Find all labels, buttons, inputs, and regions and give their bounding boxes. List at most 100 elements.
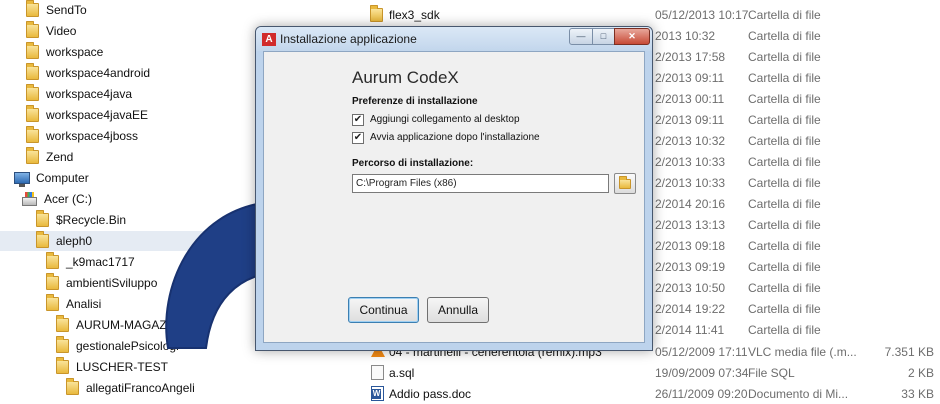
folder-icon <box>26 42 39 59</box>
dialog-titlebar[interactable]: A Installazione applicazione — □ ✕ <box>256 27 652 51</box>
file-name: Addio pass.doc <box>389 386 472 401</box>
file-date: 2/2013 00:11 <box>655 91 725 106</box>
desktop-shortcut-option[interactable]: ✔ Aggiungi collegamento al desktop <box>352 112 520 127</box>
file-type: Documento di Mi... <box>748 386 849 401</box>
folder-icon <box>46 252 59 269</box>
tree-item-sendto[interactable]: SendTo <box>26 0 87 20</box>
tree-item-workspace[interactable]: workspace <box>26 42 103 62</box>
tree-item-zend[interactable]: Zend <box>26 147 73 167</box>
file-row[interactable]: a.sql 19/09/2009 07:34 File SQL 2 KB <box>345 362 940 383</box>
tree-item-label: SendTo <box>46 3 87 17</box>
file-type: Cartella di file <box>748 133 821 148</box>
sql-file-icon <box>371 365 384 380</box>
file-date: 2/2013 10:33 <box>655 175 726 190</box>
close-button[interactable]: ✕ <box>614 28 650 45</box>
file-date: 26/11/2009 09:20 <box>655 386 748 401</box>
file-date: 2/2013 10:33 <box>655 154 726 169</box>
file-type: Cartella di file <box>748 280 821 295</box>
tree-item-label: workspace <box>46 45 104 59</box>
tree-item-label: LUSCHER-TEST <box>76 360 169 374</box>
folder-icon <box>370 5 383 22</box>
tree-item-drive-c[interactable]: Acer (C:) <box>22 189 92 209</box>
tree-item-ambientisviluppo[interactable]: ambientiSviluppo <box>46 273 157 293</box>
tree-item-workspace4java[interactable]: workspace4java <box>26 84 132 104</box>
file-size: 33 KB <box>901 386 934 401</box>
file-type: Cartella di file <box>748 322 821 337</box>
minimize-button[interactable]: — <box>569 28 593 45</box>
file-type: Cartella di file <box>748 112 821 127</box>
tree-item-label: ambientiSviluppo <box>66 276 158 290</box>
tree-item-workspace4jboss[interactable]: workspace4jboss <box>26 126 138 146</box>
tree-item-computer[interactable]: Computer <box>14 168 89 188</box>
file-type: Cartella di file <box>748 217 821 232</box>
tree-item-label: workspace4javaEE <box>46 108 149 122</box>
maximize-button[interactable]: □ <box>592 28 615 45</box>
file-type: Cartella di file <box>748 196 821 211</box>
file-date: 2/2013 10:50 <box>655 280 726 295</box>
file-date: 2/2014 11:41 <box>655 322 725 337</box>
tree-item-label: workspace4java <box>46 87 133 101</box>
tree-item-k9mac1717[interactable]: _k9mac1717 <box>46 252 135 272</box>
folder-icon <box>56 336 69 353</box>
file-date: 19/09/2009 07:34 <box>655 365 749 380</box>
tree-item-workspace4javaee[interactable]: workspace4javaEE <box>26 105 148 125</box>
install-path-input[interactable] <box>352 174 609 193</box>
folder-icon <box>26 0 39 17</box>
file-row[interactable]: Addio pass.doc 26/11/2009 09:20 Document… <box>345 383 940 404</box>
file-date: 2/2014 19:22 <box>655 301 726 316</box>
folder-icon <box>66 378 79 395</box>
tree-item-label: allegatiFrancoAngeli <box>86 381 195 395</box>
folder-icon <box>46 294 59 311</box>
tree-item-video[interactable]: Video <box>26 21 76 41</box>
drive-icon <box>22 191 37 206</box>
folder-icon <box>26 147 39 164</box>
tree-item-label: workspace4jboss <box>46 129 139 143</box>
file-type: File SQL <box>748 365 795 380</box>
file-type: Cartella di file <box>748 49 821 64</box>
computer-icon <box>14 172 30 187</box>
tree-item-workspace4android[interactable]: workspace4android <box>26 63 150 83</box>
dialog-title: Installazione applicazione <box>280 32 417 46</box>
folder-icon <box>36 231 49 248</box>
app-name: Aurum CodeX <box>352 68 459 87</box>
folder-icon <box>26 126 39 143</box>
file-row[interactable]: flex3_sdk 05/12/2013 10:17 Cartella di f… <box>345 4 940 25</box>
tree-item-label: Acer (C:) <box>44 192 92 206</box>
folder-icon <box>26 84 39 101</box>
file-name: a.sql <box>389 365 415 380</box>
tree-item-label: workspace4android <box>46 66 151 80</box>
folder-icon <box>26 105 39 122</box>
preferences-heading: Preferenze di installazione <box>352 96 478 107</box>
browse-folder-button[interactable] <box>614 173 636 194</box>
launch-after-install-checkbox[interactable]: ✔ <box>352 131 364 144</box>
folder-icon <box>26 63 39 80</box>
continue-button[interactable]: Continua <box>348 297 419 323</box>
file-type: Cartella di file <box>748 154 821 169</box>
file-size: 7.351 KB <box>884 344 934 359</box>
cancel-button[interactable]: Annulla <box>427 297 489 323</box>
file-date: 2/2013 09:11 <box>655 112 725 127</box>
tree-item-analisi[interactable]: Analisi <box>46 294 101 314</box>
tree-item-label: Computer <box>36 171 89 185</box>
file-date: 2/2013 09:19 <box>655 259 726 274</box>
launch-after-install-option[interactable]: ✔ Avvia applicazione dopo l'installazion… <box>352 130 540 145</box>
tree-item-recycle-bin[interactable]: $Recycle.Bin <box>36 210 126 230</box>
file-name: flex3_sdk <box>389 7 440 22</box>
tree-item-label: aleph0 <box>56 234 93 248</box>
file-date: 2/2013 10:32 <box>655 133 726 148</box>
adobe-air-icon: A <box>262 33 276 46</box>
file-date: 2/2013 13:13 <box>655 217 726 232</box>
install-path-heading: Percorso di installazione: <box>352 158 474 169</box>
file-type: Cartella di file <box>748 91 821 106</box>
folder-icon <box>56 357 69 374</box>
tree-item-label: Analisi <box>66 297 102 311</box>
option-label: Aggiungi collegamento al desktop <box>370 114 520 125</box>
folder-icon <box>26 21 39 38</box>
file-type: Cartella di file <box>748 7 821 22</box>
tree-item-allegatifrancoangeli[interactable]: allegatiFrancoAngeli <box>66 378 195 398</box>
tree-item-luscher-test[interactable]: LUSCHER-TEST <box>56 357 168 377</box>
word-doc-icon <box>371 386 384 401</box>
file-date: 2/2013 09:18 <box>655 238 726 253</box>
desktop-shortcut-checkbox[interactable]: ✔ <box>352 113 364 126</box>
dialog-content: Aurum CodeX Preferenze di installazione … <box>263 51 645 343</box>
